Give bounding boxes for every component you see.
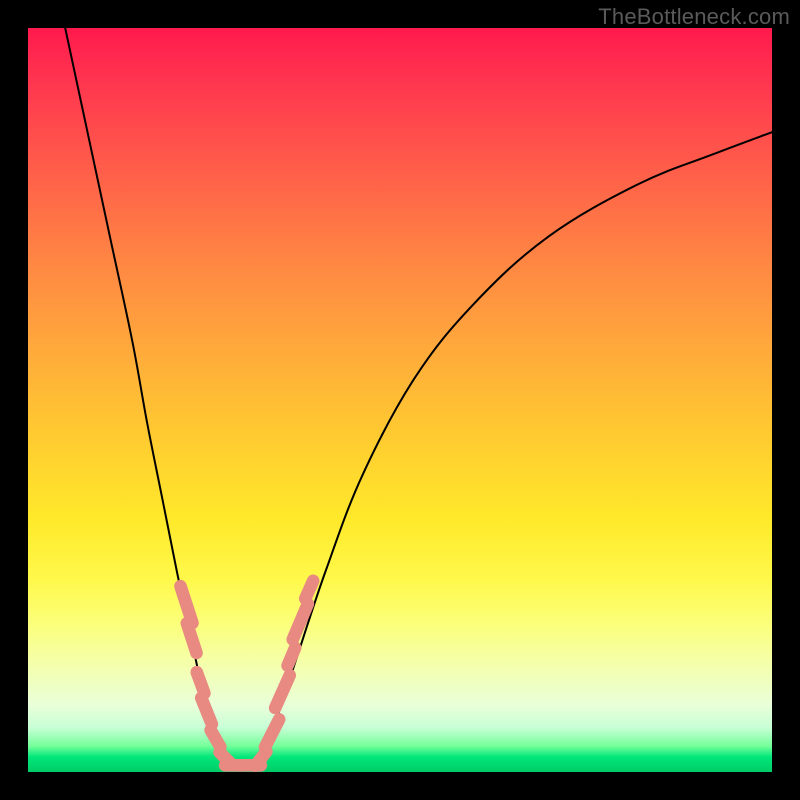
chart-frame: TheBottleneck.com <box>0 0 800 800</box>
marker-segment <box>275 675 290 708</box>
plot-area <box>28 28 772 772</box>
marker-segment <box>288 648 296 666</box>
marker-segment <box>265 719 279 747</box>
curve-layer <box>28 28 772 772</box>
bottleneck-curves <box>65 28 772 766</box>
marker-segment <box>305 581 313 599</box>
curve-right-curve <box>259 132 772 764</box>
marker-segment <box>293 604 308 640</box>
curve-left-curve <box>65 28 229 765</box>
highlight-markers <box>180 581 313 766</box>
marker-segment <box>211 730 221 747</box>
watermark-text: TheBottleneck.com <box>598 4 790 30</box>
marker-segment <box>197 672 205 693</box>
marker-segment <box>201 698 212 724</box>
